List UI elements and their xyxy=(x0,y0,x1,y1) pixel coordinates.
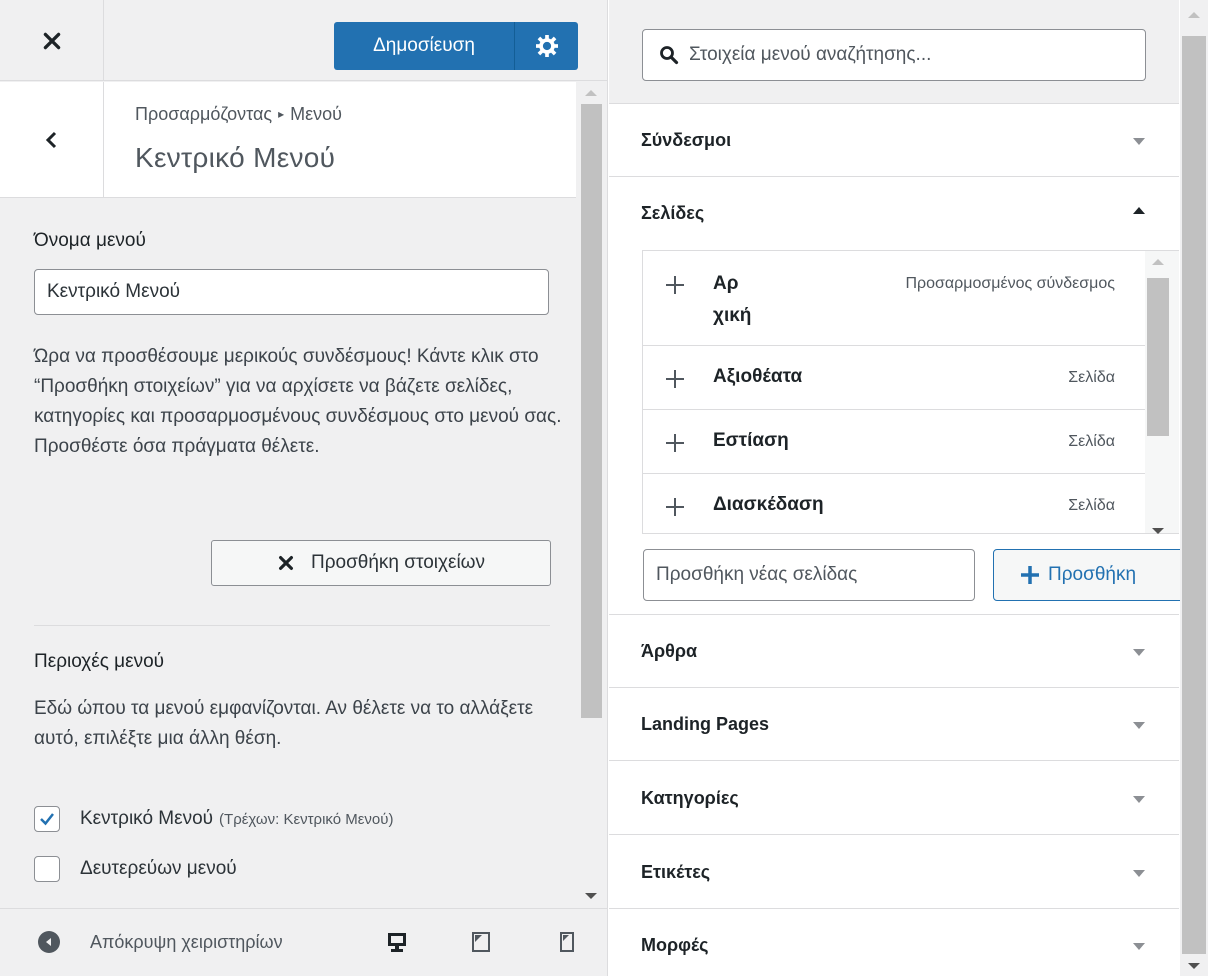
new-page-input[interactable] xyxy=(643,549,975,601)
divider xyxy=(34,625,550,626)
search-input[interactable] xyxy=(689,44,1129,66)
scroll-up-icon[interactable] xyxy=(585,90,597,96)
location-secondary-checkbox[interactable] xyxy=(34,856,60,882)
add-items-label: Προσθήκη στοιχείων xyxy=(310,552,486,573)
menu-locations-description: Εδώ ώπου τα μενού εμφανίζονται. Αν θέλετ… xyxy=(34,698,534,749)
plus-icon xyxy=(666,498,684,516)
scroll-down-icon[interactable] xyxy=(1188,963,1200,969)
search-box[interactable] xyxy=(642,29,1146,81)
scroll-down-icon[interactable] xyxy=(585,893,597,899)
plus-icon xyxy=(666,434,684,452)
location-secondary-label: Δευτερεύων μενού xyxy=(80,858,237,879)
publish-button[interactable]: Δημοσίευση xyxy=(334,22,514,70)
breadcrumb-separator-icon: ▸ xyxy=(278,107,285,121)
page-item-name: Αρ xyxy=(713,273,739,294)
page-item-name-cont: χική xyxy=(713,305,752,326)
section-links[interactable]: Σύνδεσμοι xyxy=(609,104,1179,177)
list-item[interactable]: Διασκέδαση Σελίδα xyxy=(643,474,1145,533)
breadcrumb-parent: Προσαρμόζοντας xyxy=(135,104,273,124)
close-button[interactable] xyxy=(0,0,104,81)
page-item-type: Σελίδα xyxy=(1068,497,1115,514)
scroll-up-icon[interactable] xyxy=(1188,12,1200,18)
section-header: Προσαρμόζοντας ▸ Μενού Κεντρικό Μενού xyxy=(0,82,576,198)
chevron-down-icon xyxy=(1133,649,1145,656)
section-categories-title: Κατηγορίες xyxy=(641,788,739,808)
scroll-up-icon[interactable] xyxy=(1152,259,1164,265)
plus-icon xyxy=(666,370,684,388)
customizer-footer: Απόκρυψη χειριστηρίων xyxy=(0,908,607,976)
add-page-label: Προσθήκη xyxy=(1048,564,1137,585)
back-button[interactable] xyxy=(0,82,104,198)
menu-name-input[interactable] xyxy=(34,269,549,315)
panel-scrollbar-thumb[interactable] xyxy=(1182,36,1206,954)
chevron-up-icon[interactable] xyxy=(1133,207,1145,214)
add-items-button[interactable]: Προσθήκη στοιχείων xyxy=(211,540,551,586)
menu-locations-label: Περιοχές μενού xyxy=(34,651,165,672)
section-pages-title[interactable]: Σελίδες xyxy=(641,203,704,224)
collapse-icon xyxy=(38,931,60,953)
customizer-sidebar: Δημοσίευση Προσαρμόζοντας ▸ Μενού Κεντρικό… xyxy=(0,0,608,976)
section-formats-title: Μορφές xyxy=(641,935,709,955)
section-tags[interactable]: Ετικέτες xyxy=(609,836,1179,909)
publish-button-group: Δημοσίευση xyxy=(334,22,578,70)
desktop-preview-icon[interactable] xyxy=(385,930,409,954)
list-item[interactable]: Εστίαση Σελίδα xyxy=(643,410,1145,474)
sidebar-scrollbar-thumb[interactable] xyxy=(581,104,602,718)
plus-icon xyxy=(666,276,684,294)
page-title: Κεντρικό Μενού xyxy=(135,142,336,173)
page-item-type: Σελίδα xyxy=(1068,433,1115,450)
checkmark-icon xyxy=(40,813,54,826)
list-item[interactable]: Αξιοθέατα Σελίδα xyxy=(643,346,1145,410)
location-primary-label: Κεντρικό Μενού xyxy=(80,808,214,829)
section-categories[interactable]: Κατηγορίες xyxy=(609,762,1179,835)
page-item-name: Αξιοθέατα xyxy=(713,366,803,387)
breadcrumb: Προσαρμόζοντας ▸ Μενού xyxy=(135,104,342,125)
gear-icon xyxy=(535,35,558,57)
scroll-down-icon[interactable] xyxy=(1152,528,1164,534)
chevron-down-icon xyxy=(1133,870,1145,877)
collapse-sidebar-button[interactable]: Απόκρυψη χειριστηρίων xyxy=(38,931,350,953)
collapse-label: Απόκρυψη χειριστηρίων xyxy=(90,931,283,952)
tablet-preview-icon[interactable] xyxy=(469,930,493,954)
location-primary-checkbox[interactable] xyxy=(34,806,60,832)
location-primary-note: (Τρέχων: Κεντρικό Μενού) xyxy=(219,810,394,828)
location-secondary-row: Δευτερεύων μενού xyxy=(34,856,237,882)
mobile-preview-icon[interactable] xyxy=(555,930,579,954)
section-links-title: Σύνδεσμοι xyxy=(641,130,732,150)
customizer-topbar: Δημοσίευση xyxy=(0,0,607,81)
add-page-button[interactable]: Προσθήκη xyxy=(993,549,1193,601)
section-formats[interactable]: Μορφές xyxy=(609,909,1179,976)
close-icon xyxy=(278,556,293,570)
chevron-down-icon xyxy=(1133,138,1145,145)
page-item-type: Σελίδα xyxy=(1068,369,1115,386)
publish-settings-button[interactable] xyxy=(514,22,578,70)
search-icon xyxy=(660,46,679,65)
section-tags-title: Ετικέτες xyxy=(641,862,711,882)
section-landing-pages[interactable]: Landing Pages xyxy=(609,688,1179,761)
breadcrumb-child: Μενού xyxy=(290,104,342,124)
page-item-type: Προσαρμοσμένος σύνδεσμος xyxy=(905,275,1115,292)
available-menu-items-panel: Σύνδεσμοι Σελίδες Αρ χική Προσαρμοσμένος… xyxy=(609,0,1208,976)
section-landing-pages-title: Landing Pages xyxy=(641,714,770,734)
section-pages: Σελίδες Αρ χική Προσαρμοσμένος σύνδεσμος… xyxy=(609,177,1193,615)
chevron-down-icon xyxy=(1133,943,1145,950)
search-area xyxy=(609,0,1179,104)
chevron-left-icon xyxy=(45,131,56,149)
close-icon xyxy=(43,32,60,49)
section-posts-title: Άρθρα xyxy=(641,641,698,661)
pages-list-scrollbar-thumb[interactable] xyxy=(1147,278,1169,436)
page-item-name: Διασκέδαση xyxy=(713,494,824,515)
plus-icon xyxy=(1021,566,1039,584)
page-item-name: Εστίαση xyxy=(713,430,789,451)
list-item[interactable]: Αρ χική Προσαρμοσμένος σύνδεσμος xyxy=(643,251,1145,346)
section-posts[interactable]: Άρθρα xyxy=(609,615,1179,688)
chevron-down-icon xyxy=(1133,722,1145,729)
chevron-down-icon xyxy=(1133,796,1145,803)
pages-list: Αρ χική Προσαρμοσμένος σύνδεσμος Αξιοθέα… xyxy=(642,250,1179,534)
menu-name-label: Όνομα μενού xyxy=(34,230,146,251)
help-text: Ώρα να προσθέσουμε μερικούς συνδέσμους! … xyxy=(34,346,562,457)
location-primary-row: Κεντρικό Μενού (Τρέχων: Κεντρικό Μενού) xyxy=(34,806,393,832)
